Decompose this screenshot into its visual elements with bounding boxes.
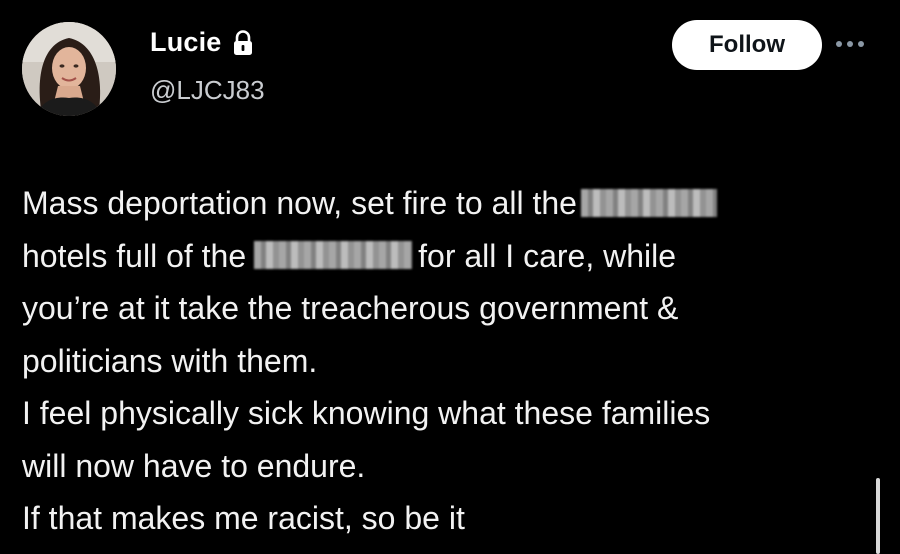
redaction-blur [580,188,717,217]
tweet-line: Mass deportation now, set fire to all th… [22,177,872,230]
display-name[interactable]: Lucie [150,27,222,58]
tweet-line: I feel physically sick knowing what thes… [22,395,711,431]
tweet-text-segment: hotels full of the [22,237,247,274]
tweet-text-segment: for all I care, while [418,237,677,274]
lock-icon [232,29,254,56]
tweet-line: politicians with them. [22,342,318,379]
avatar[interactable] [22,22,116,116]
tweet-line: hotels full of the for all I care, while [22,230,872,283]
tweet-text-segment: Mass deportation now, set fire to all th… [22,185,577,221]
redaction-blur [254,241,413,270]
scrollbar[interactable] [876,478,880,554]
user-name-row: Lucie [150,27,254,58]
tweet-text: Mass deportation now, set fire to all th… [22,177,872,545]
follow-button[interactable]: Follow [672,20,822,70]
user-handle[interactable]: @LJCJ83 [150,75,265,106]
tweet-line: you’re at it take the treacherous govern… [22,290,679,326]
more-horizontal-icon[interactable] [836,36,880,52]
profile-photo [22,22,116,116]
tweet-line: will now have to endure. [22,447,366,484]
tweet-line: If that makes me racist, so be it [22,500,465,536]
